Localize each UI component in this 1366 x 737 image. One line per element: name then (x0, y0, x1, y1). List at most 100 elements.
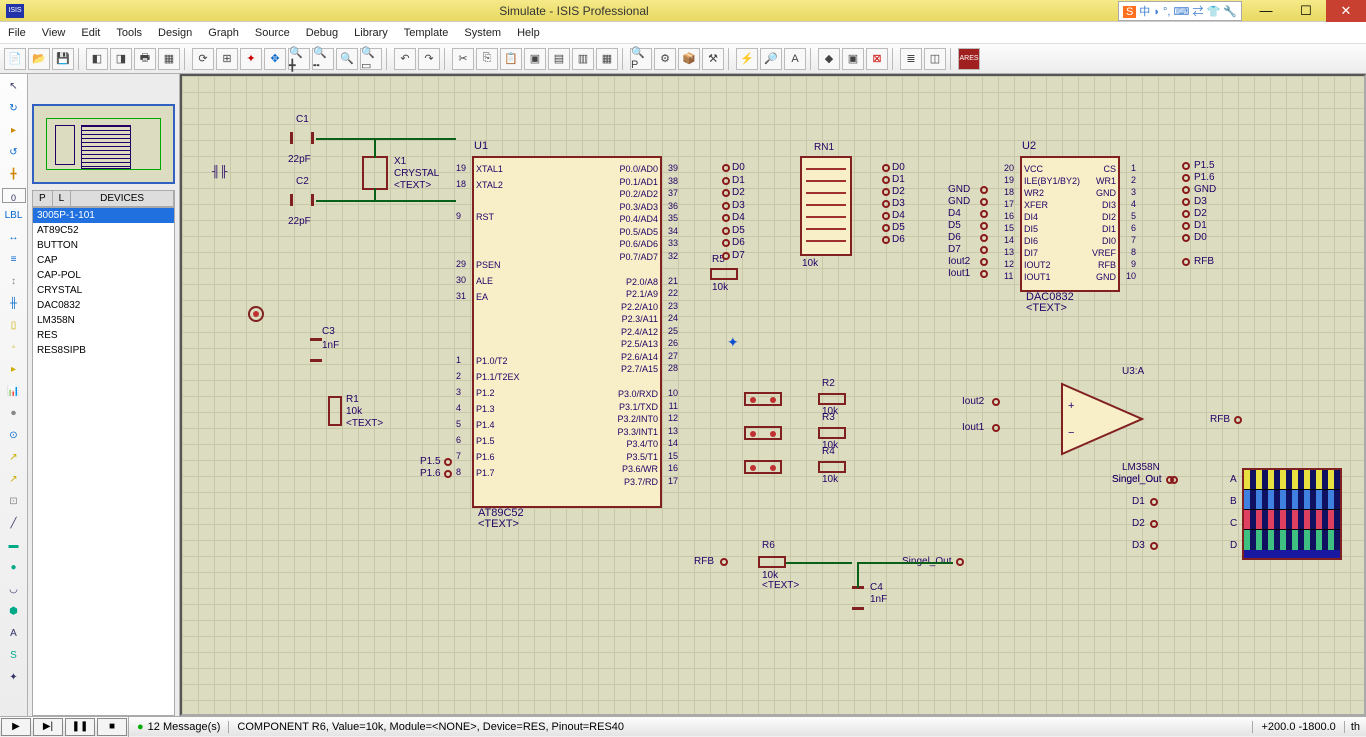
menu-view[interactable]: View (42, 27, 66, 39)
menu-tools[interactable]: Tools (116, 27, 142, 39)
device-item[interactable]: CAP (33, 253, 174, 268)
import-button[interactable]: ◧ (86, 48, 108, 70)
component-u2[interactable]: U2 VCC20ILE(BY1/BY2)19WR218XFER17DI416DI… (1020, 156, 1120, 292)
new-button[interactable]: 📄 (4, 48, 26, 70)
erc-button[interactable]: ⊠ (866, 48, 888, 70)
pin-tool[interactable]: ▸ (4, 361, 24, 379)
component-r5[interactable] (710, 268, 738, 280)
button-2[interactable] (744, 426, 782, 440)
mirror-h-icon[interactable]: ↔ (4, 229, 24, 247)
origin-button[interactable]: ✦ (240, 48, 262, 70)
netlist-button[interactable]: ▣ (842, 48, 864, 70)
close-button[interactable]: ✕ (1326, 0, 1366, 22)
label-tool[interactable]: LBL (4, 207, 24, 225)
ares-button[interactable]: ◫ (924, 48, 946, 70)
device-item[interactable]: BUTTON (33, 238, 174, 253)
pan-button[interactable]: ✥ (264, 48, 286, 70)
step-button[interactable]: ▶| (33, 718, 63, 736)
probe-v-tool[interactable]: ↗ (4, 449, 24, 467)
save-button[interactable]: 💾 (52, 48, 74, 70)
pick-l-button[interactable]: L (53, 191, 72, 206)
menu-source[interactable]: Source (255, 27, 290, 39)
component-c3[interactable] (310, 338, 322, 362)
device-item[interactable]: CAP-POL (33, 268, 174, 283)
oscilloscope[interactable] (1242, 468, 1342, 560)
symbol-tool[interactable]: S (4, 647, 24, 665)
make-button[interactable]: ⚙ (654, 48, 676, 70)
graph-tool[interactable]: 📊 (4, 383, 24, 401)
play-button[interactable]: ▶ (1, 718, 31, 736)
menu-system[interactable]: System (464, 27, 501, 39)
button-3[interactable] (744, 460, 782, 474)
device-item[interactable]: AT89C52 (33, 223, 174, 238)
blockdel-button[interactable]: ▦ (596, 48, 618, 70)
decomp-button[interactable]: ⚒ (702, 48, 724, 70)
messages-indicator[interactable]: ●12 Message(s) (129, 721, 228, 733)
zoomarea-button[interactable]: 🔍▭ (360, 48, 382, 70)
rules-button[interactable]: ◆ (818, 48, 840, 70)
component-r3[interactable] (818, 427, 846, 439)
minimize-button[interactable]: — (1246, 0, 1286, 22)
device-item[interactable]: DAC0832 (33, 298, 174, 313)
device-item[interactable]: RES (33, 328, 174, 343)
coord-input[interactable]: 0 (2, 188, 26, 203)
line-tool[interactable]: ╱ (4, 515, 24, 533)
ares-launch-button[interactable]: ARES (958, 48, 980, 70)
export-button[interactable]: ◨ (110, 48, 132, 70)
selection-tool[interactable]: ↖ (4, 78, 24, 96)
maximize-button[interactable]: ☐ (1286, 0, 1326, 22)
bom-button[interactable]: ≣ (900, 48, 922, 70)
schematic-canvas[interactable]: ✦ U1 XTAL119XTAL218RST9PSEN29ALE30EA31P1… (180, 74, 1366, 716)
device-item[interactable]: RES8SIPB (33, 343, 174, 358)
pause-button[interactable]: ❚❚ (65, 718, 95, 736)
component-rn1[interactable]: RN1 10k (800, 156, 852, 256)
terminal-tool[interactable]: ◦ (4, 339, 24, 357)
ime-indicator[interactable]: S中 ◗ °, ⌨ ⇄ 👕 🔧 (1118, 1, 1242, 21)
component-r4[interactable] (818, 461, 846, 473)
menu-design[interactable]: Design (158, 27, 192, 39)
component-tool[interactable]: ▸ (4, 122, 24, 140)
package-button[interactable]: 📦 (678, 48, 700, 70)
open-button[interactable]: 📂 (28, 48, 50, 70)
blockmove-button[interactable]: ▤ (548, 48, 570, 70)
redo-button[interactable]: ↷ (418, 48, 440, 70)
component-c4[interactable] (852, 586, 864, 610)
zoomin-button[interactable]: 🔍╋ (288, 48, 310, 70)
arc-tool[interactable]: ◡ (4, 581, 24, 599)
button-1[interactable] (744, 392, 782, 406)
copy-button[interactable]: ⎘ (476, 48, 498, 70)
component-r6[interactable] (758, 556, 786, 568)
component-u1[interactable]: U1 XTAL119XTAL218RST9PSEN29ALE30EA31P1.0… (472, 156, 662, 508)
print-button[interactable]: 🖶 (134, 48, 156, 70)
menu-debug[interactable]: Debug (306, 27, 338, 39)
menu-library[interactable]: Library (354, 27, 388, 39)
mirror-v-icon[interactable]: ↕ (4, 273, 24, 291)
undo-button[interactable]: ↶ (394, 48, 416, 70)
probe-i-tool[interactable]: ↗ (4, 471, 24, 489)
pick-p-button[interactable]: P (33, 191, 53, 206)
marker-tool[interactable]: ✦ (4, 669, 24, 687)
menu-graph[interactable]: Graph (208, 27, 239, 39)
menu-help[interactable]: Help (517, 27, 540, 39)
component-c2[interactable] (290, 194, 314, 206)
wire-toggle-button[interactable]: ⚡ (736, 48, 758, 70)
menu-file[interactable]: File (8, 27, 26, 39)
search-button[interactable]: 🔎 (760, 48, 782, 70)
subcircuit-tool[interactable]: ▯ (4, 317, 24, 335)
menu-edit[interactable]: Edit (81, 27, 100, 39)
circle-tool[interactable]: ● (4, 559, 24, 577)
device-item[interactable]: LM358N (33, 313, 174, 328)
generator-tool[interactable]: ⊙ (4, 427, 24, 445)
refresh-button[interactable]: ⟳ (192, 48, 214, 70)
device-item[interactable]: CRYSTAL (33, 283, 174, 298)
box-tool[interactable]: ▬ (4, 537, 24, 555)
pick-button[interactable]: 🔍P (630, 48, 652, 70)
rotate-icon[interactable]: ↺ (4, 144, 24, 162)
component-c1[interactable] (290, 132, 314, 144)
overview-panel[interactable] (32, 104, 175, 184)
blockcopy-button[interactable]: ▣ (524, 48, 546, 70)
script-tool[interactable]: ≡ (4, 251, 24, 269)
stop-button[interactable]: ■ (97, 718, 127, 736)
component-r1[interactable] (328, 396, 342, 426)
zoomall-button[interactable]: 🔍 (336, 48, 358, 70)
